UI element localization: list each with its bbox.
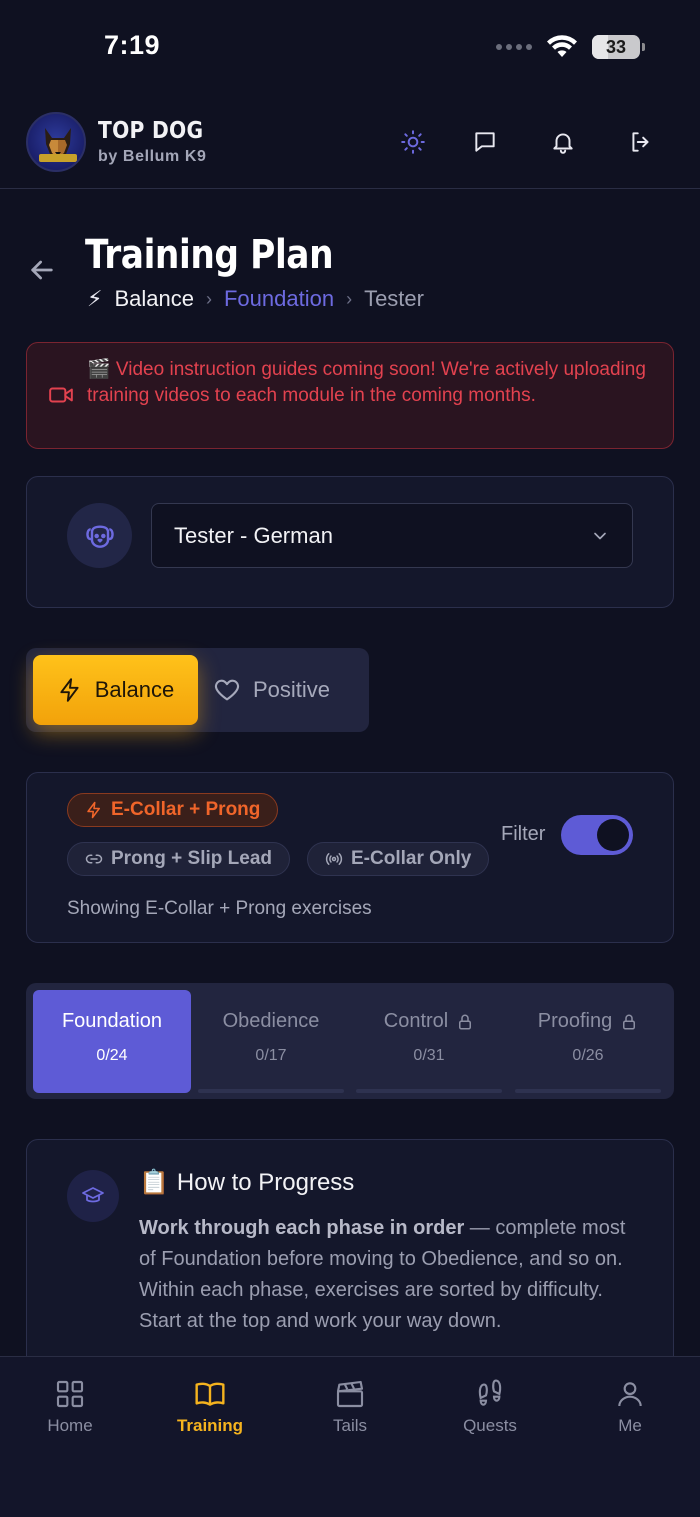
logout-icon bbox=[632, 132, 649, 152]
nav-label: Quests bbox=[463, 1416, 517, 1435]
tab-proofing[interactable]: Proofing 0/26 bbox=[509, 990, 667, 1093]
nav-label: Me bbox=[618, 1416, 642, 1435]
chip-ecollar-prong[interactable]: E-Collar + Prong bbox=[67, 793, 279, 827]
breadcrumb-method[interactable]: Balance bbox=[114, 286, 194, 312]
filter-toggle[interactable] bbox=[561, 815, 633, 855]
battery-icon: 33 bbox=[592, 35, 645, 59]
tab-foundation[interactable]: Foundation 0/24 bbox=[33, 990, 191, 1093]
grid-icon bbox=[56, 1380, 84, 1408]
arrow-left-icon bbox=[31, 260, 53, 280]
graduation-cap-icon bbox=[82, 1187, 104, 1203]
bell-icon bbox=[553, 133, 573, 154]
brand-subtitle: by Bellum K9 bbox=[98, 148, 207, 165]
nav-me[interactable]: Me bbox=[575, 1378, 685, 1436]
breadcrumb: ⚡ Balance › Foundation › Tester bbox=[87, 286, 424, 312]
page-title: Training Plan bbox=[85, 232, 334, 278]
chevron-down-icon bbox=[594, 532, 606, 540]
notifications-button[interactable] bbox=[543, 122, 583, 162]
graduation-cap-badge bbox=[67, 1170, 119, 1222]
nav-label: Home bbox=[47, 1416, 93, 1435]
nav-quests[interactable]: Quests bbox=[435, 1378, 545, 1436]
sun-icon bbox=[401, 130, 425, 154]
phase-count: 0/26 bbox=[572, 1047, 604, 1064]
method-balance-button[interactable]: Balance bbox=[33, 655, 198, 725]
nav-label: Tails bbox=[332, 1416, 367, 1435]
lock-icon bbox=[459, 1014, 472, 1029]
nav-label: Training bbox=[176, 1416, 244, 1435]
method-balance-label: Balance bbox=[94, 677, 175, 702]
brand-logo[interactable] bbox=[26, 112, 86, 172]
wifi-icon bbox=[547, 35, 577, 57]
heart-icon bbox=[214, 679, 240, 701]
chip-label: Prong + Slip Lead bbox=[111, 848, 272, 869]
video-camera-icon bbox=[49, 387, 73, 403]
chip-label: E-Collar + Prong bbox=[111, 799, 261, 820]
footprints-icon bbox=[478, 1379, 502, 1406]
chevron-right-icon: › bbox=[205, 288, 212, 309]
dog-face-icon bbox=[85, 524, 114, 548]
tab-control[interactable]: Control 0/31 bbox=[350, 990, 508, 1093]
equipment-note: Showing E-Collar + Prong exercises bbox=[67, 898, 372, 919]
progress-body: Work through each phase in order — compl… bbox=[139, 1213, 639, 1337]
toggle-knob bbox=[597, 819, 629, 851]
tab-obedience[interactable]: Obedience 0/17 bbox=[192, 990, 350, 1093]
method-positive-label: Positive bbox=[253, 677, 331, 702]
chat-icon bbox=[475, 132, 495, 152]
brand-title: TOP DOG bbox=[98, 118, 204, 144]
theme-toggle-button[interactable] bbox=[393, 122, 433, 162]
phase-progress-bar bbox=[515, 1089, 661, 1093]
progress-title-text: How to Progress bbox=[176, 1168, 355, 1196]
chip-ecollar-only[interactable]: E-Collar Only bbox=[307, 842, 490, 876]
progress-title: 📋 How to Progress bbox=[139, 1168, 354, 1197]
battery-level: 33 bbox=[605, 36, 627, 57]
nav-home[interactable]: Home bbox=[15, 1378, 125, 1436]
book-icon bbox=[195, 1382, 225, 1406]
nav-tails[interactable]: Tails bbox=[295, 1378, 405, 1436]
cell-signal-icon bbox=[496, 44, 532, 50]
clapper-icon bbox=[336, 1380, 364, 1408]
dog-select-value: Tester - German bbox=[174, 522, 333, 548]
logout-button[interactable] bbox=[621, 122, 661, 162]
phase-count: 0/31 bbox=[413, 1047, 445, 1064]
method-positive-button[interactable]: Positive bbox=[213, 655, 363, 725]
breadcrumb-dog: Tester bbox=[364, 286, 424, 311]
status-time: 7:19 bbox=[104, 30, 161, 60]
phase-name: Obedience bbox=[222, 1010, 320, 1032]
progress-body-bold: Work through each phase in order bbox=[139, 1217, 465, 1239]
bolt-icon bbox=[60, 678, 79, 702]
filter-label: Filter bbox=[501, 823, 546, 845]
clipboard-emoji: 📋 bbox=[139, 1169, 169, 1196]
nav-training[interactable]: Training bbox=[155, 1378, 265, 1436]
phase-progress-bar bbox=[356, 1089, 502, 1093]
phase-name: Control bbox=[383, 1010, 449, 1032]
phase-progress-bar bbox=[198, 1089, 344, 1093]
person-icon bbox=[618, 1382, 642, 1407]
phase-count: 0/17 bbox=[255, 1047, 287, 1064]
lock-icon bbox=[623, 1014, 636, 1029]
breadcrumb-phase[interactable]: Foundation bbox=[224, 286, 334, 312]
signal-icon bbox=[325, 853, 343, 865]
dog-avatar bbox=[67, 503, 132, 568]
chip-label: E-Collar Only bbox=[351, 848, 472, 869]
bolt-icon bbox=[87, 801, 100, 819]
phase-name: Foundation bbox=[61, 1010, 163, 1032]
phase-count: 0/24 bbox=[96, 1047, 128, 1064]
messages-button[interactable] bbox=[465, 122, 505, 162]
link-icon bbox=[85, 854, 103, 864]
dog-select-dropdown[interactable]: Tester - German bbox=[151, 503, 633, 568]
chevron-right-icon: › bbox=[346, 288, 353, 309]
status-indicators: 33 bbox=[496, 30, 645, 64]
bolt-emoji: ⚡ bbox=[87, 286, 103, 311]
banner-text: 🎬 Video instruction guides coming soon! … bbox=[87, 359, 646, 406]
chip-prong-slip-lead[interactable]: Prong + Slip Lead bbox=[67, 842, 290, 876]
back-button[interactable] bbox=[26, 254, 58, 286]
phase-name: Proofing bbox=[537, 1010, 613, 1032]
